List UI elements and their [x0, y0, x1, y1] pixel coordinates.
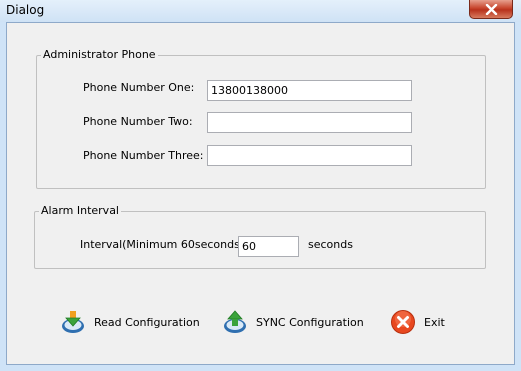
phone-number-two-label: Phone Number Two:: [83, 115, 193, 128]
exit-button[interactable]: Exit: [390, 308, 445, 336]
dialog-client-area: Administrator Phone Phone Number One: Ph…: [6, 22, 515, 365]
close-icon: [485, 4, 498, 15]
download-arrow-icon: [62, 311, 84, 333]
alarm-interval-field[interactable]: [238, 236, 299, 257]
window-close-button[interactable]: [469, 0, 513, 19]
phone-number-three-field[interactable]: [207, 145, 412, 166]
sync-configuration-label: SYNC Configuration: [256, 315, 364, 329]
read-configuration-button[interactable]: Read Configuration: [60, 308, 200, 336]
read-configuration-label: Read Configuration: [94, 315, 200, 329]
title-bar[interactable]: Dialog: [0, 0, 521, 22]
seconds-unit-label: seconds: [308, 238, 353, 251]
phone-number-one-field[interactable]: [207, 80, 412, 101]
upload-arrow-icon: [224, 310, 246, 333]
administrator-phone-group-title: Administrator Phone: [43, 48, 156, 61]
window-title: Dialog: [6, 3, 45, 17]
sync-configuration-button[interactable]: SYNC Configuration: [222, 308, 364, 336]
phone-number-three-label: Phone Number Three:: [83, 149, 204, 162]
phone-number-two-field[interactable]: [207, 112, 412, 133]
phone-number-one-label: Phone Number One:: [83, 81, 195, 94]
red-x-icon: [391, 310, 415, 334]
alarm-interval-group-title: Alarm Interval: [41, 204, 119, 217]
alarm-interval-label: Interval(Minimum 60seconds):: [80, 238, 248, 251]
exit-label: Exit: [424, 315, 445, 329]
